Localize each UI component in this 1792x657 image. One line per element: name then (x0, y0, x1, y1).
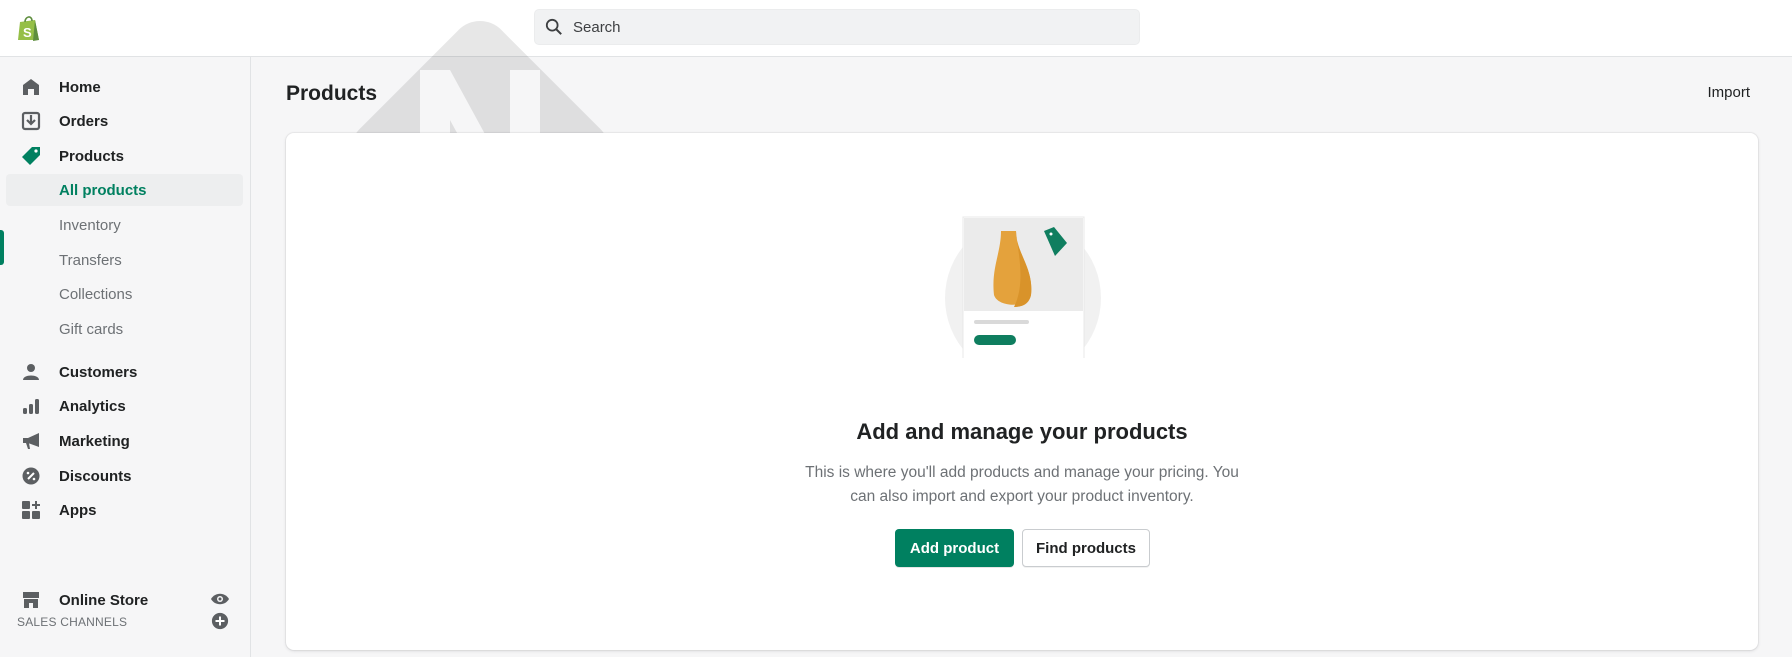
add-product-button[interactable]: Add product (895, 529, 1014, 567)
home-icon (23, 79, 39, 95)
sidebar-item-apps[interactable]: Apps (0, 494, 243, 526)
top-bar: S (0, 0, 1792, 57)
product-illustration (936, 216, 1111, 358)
shopify-logo[interactable]: S (14, 13, 44, 43)
sidebar-item-label: Online Store (59, 591, 149, 609)
sidebar-item-products[interactable]: Products (0, 140, 243, 172)
sidebar-item-label: Discounts (59, 467, 132, 485)
eye-icon[interactable] (210, 591, 230, 607)
search-bar[interactable] (534, 9, 1140, 45)
sidebar: Home Orders Products All products Invent… (0, 57, 251, 657)
sidebar-item-label: Gift cards (59, 320, 124, 338)
sidebar-item-collections[interactable]: Collections (0, 278, 243, 310)
store-icon (23, 592, 39, 608)
sidebar-item-marketing[interactable]: Marketing (0, 425, 243, 457)
empty-state-card: Add and manage your products This is whe… (286, 133, 1758, 650)
empty-state-description: This is where you'll add products and ma… (805, 464, 1239, 505)
megaphone-icon (23, 433, 39, 449)
page-title: Products (286, 82, 378, 105)
import-button[interactable]: Import (1690, 84, 1750, 101)
tag-icon (22, 147, 40, 165)
sidebar-item-label: Orders (59, 112, 109, 130)
sidebar-item-online-store[interactable]: Online Store (0, 584, 243, 616)
sidebar-item-customers[interactable]: Customers (0, 356, 243, 388)
sidebar-item-label: Analytics (59, 397, 126, 415)
sidebar-item-label: Customers (59, 363, 138, 381)
sidebar-item-label: Transfers (59, 251, 122, 269)
svg-text:S: S (23, 25, 32, 40)
search-input[interactable] (573, 18, 1073, 36)
apps-icon (22, 501, 40, 519)
sidebar-item-home[interactable]: Home (0, 71, 243, 103)
sidebar-item-transfers[interactable]: Transfers (0, 244, 243, 276)
sidebar-item-analytics[interactable]: Analytics (0, 390, 243, 422)
empty-state-heading: Add and manage your products (856, 419, 1188, 444)
sidebar-item-label: Home (59, 78, 101, 96)
person-icon (23, 364, 39, 380)
orders-icon (21, 111, 41, 131)
sidebar-item-label: Inventory (59, 216, 121, 234)
sidebar-item-label: Products (59, 147, 125, 165)
bar-chart-icon (23, 399, 39, 414)
sidebar-item-label: All products (59, 181, 147, 199)
sidebar-item-label: Marketing (59, 432, 130, 450)
sidebar-item-inventory[interactable]: Inventory (0, 209, 243, 241)
sales-channels-heading: SALES CHANNELS (17, 615, 128, 629)
discount-badge-icon (22, 467, 40, 485)
sidebar-item-gift-cards[interactable]: Gift cards (0, 313, 243, 345)
sidebar-item-label: Apps (59, 501, 97, 519)
sidebar-item-label: Collections (59, 285, 133, 303)
sidebar-item-discounts[interactable]: Discounts (0, 460, 243, 492)
sidebar-item-all-products[interactable]: All products (6, 174, 243, 206)
search-icon (545, 18, 562, 35)
sidebar-item-orders[interactable]: Orders (0, 105, 243, 137)
find-products-button[interactable]: Find products (1022, 529, 1150, 567)
